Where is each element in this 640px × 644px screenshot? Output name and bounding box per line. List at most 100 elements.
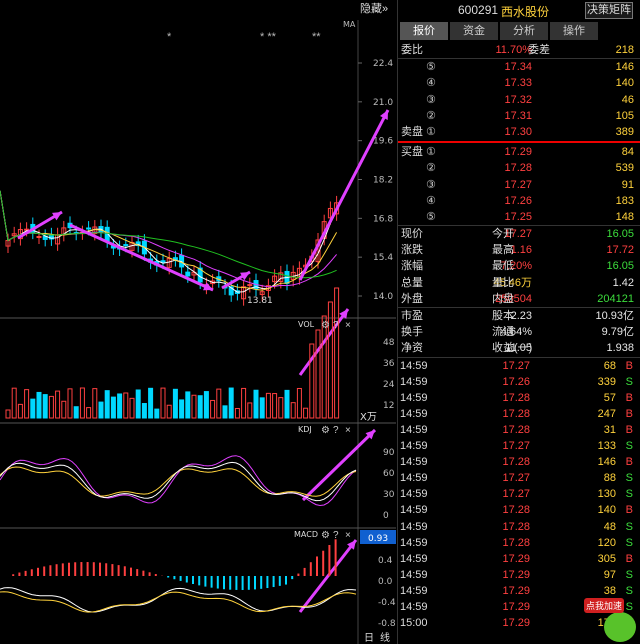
ask-row[interactable]: ⑤ 17.34 146: [398, 59, 640, 75]
ask-level: ③: [426, 93, 436, 106]
gear-icon[interactable]: ⚙: [321, 425, 330, 436]
fundamental-value: 10.93亿: [595, 310, 634, 322]
fundamental-stats: 市盈 2.23 股本 10.93亿 换手 4.64% 流通 9.79亿 净资 1…: [398, 308, 640, 357]
price-tick-label: 15.4: [373, 253, 393, 263]
quote-value: 16.05: [606, 228, 634, 241]
ask-row[interactable]: 卖盘 ① 17.30 389: [398, 124, 640, 140]
tab-quote[interactable]: 报价: [400, 22, 448, 40]
price-tick-label: 19.6: [373, 137, 393, 147]
ask-price: 17.30: [504, 125, 532, 138]
ma-label: MA: [343, 20, 356, 29]
bid-row[interactable]: ② 17.28 539: [398, 160, 640, 176]
tick-volume: 133: [597, 440, 616, 453]
quote-label: 涨跌: [401, 244, 423, 257]
tick-price: 17.27: [502, 472, 530, 485]
period-line-tab[interactable]: 线: [380, 631, 390, 644]
tick-row[interactable]: 14:59 17.26 339 S: [398, 374, 640, 390]
fundamental-label: 市盈: [401, 310, 423, 322]
ask-price: 17.33: [504, 77, 532, 90]
close-icon[interactable]: ×: [345, 320, 351, 331]
stock-name[interactable]: 西水股份: [501, 3, 549, 20]
help-icon[interactable]: ?: [333, 320, 339, 331]
tick-time: 14:59: [400, 600, 428, 613]
bid-row[interactable]: ④ 17.26 183: [398, 193, 640, 209]
quote-value: 1.42: [612, 276, 634, 289]
tick-row[interactable]: 14:59 17.28 140 B: [398, 502, 640, 518]
tick-volume: 339: [597, 375, 616, 388]
bid-row[interactable]: 买盘 ① 17.29 84: [398, 144, 640, 160]
bid-volume: 539: [615, 162, 634, 175]
tick-row[interactable]: 14:59 17.27 68 B: [398, 358, 640, 374]
tick-time: 14:59: [400, 584, 428, 597]
volume-bar: [104, 390, 110, 419]
tick-row[interactable]: 14:59 17.27 88 S: [398, 470, 640, 486]
tick-row[interactable]: 14:59 17.27 133 S: [398, 438, 640, 454]
tick-time: 14:59: [400, 456, 428, 469]
quote-tabs: 报价 资金 分析 操作: [398, 22, 640, 42]
tick-row[interactable]: 14:59 17.28 146 B: [398, 454, 640, 470]
period-day-tab[interactable]: 日: [364, 633, 374, 644]
ask-volume: 389: [615, 125, 634, 138]
vol-unit-label: X万: [360, 412, 377, 423]
buy-label: 买盘: [401, 146, 423, 159]
tick-row[interactable]: 14:59 17.28 48 S: [398, 519, 640, 535]
tab-operation[interactable]: 操作: [550, 22, 598, 40]
volume-bar: [222, 405, 228, 419]
gear-icon[interactable]: ⚙: [321, 320, 330, 331]
tick-row[interactable]: 14:59 17.29 97 S: [398, 567, 640, 583]
tick-volume: 57: [603, 391, 616, 404]
tick-volume: 68: [603, 359, 616, 372]
ask-book: ⑤ 17.34 146 ④ 17.33 140 ③ 17.32 46 ② 17.…: [398, 59, 640, 140]
close-icon[interactable]: ×: [345, 530, 351, 541]
tick-row[interactable]: 14:59 17.28 247 B: [398, 406, 640, 422]
bid-row[interactable]: ③ 17.27 91: [398, 177, 640, 193]
gear-icon[interactable]: ⚙: [321, 530, 330, 541]
star-marker: **: [312, 31, 321, 43]
tick-row[interactable]: 14:59 17.27 130 S: [398, 486, 640, 502]
volume-bar: [284, 389, 290, 419]
quote-label: 最高: [492, 244, 514, 257]
tick-row[interactable]: 14:59 17.28 120 S: [398, 535, 640, 551]
help-icon[interactable]: ?: [333, 425, 339, 436]
tick-volume: 31: [603, 423, 616, 436]
fundamental-label: 换手: [401, 326, 423, 339]
tick-direction: S: [625, 488, 633, 501]
tab-analysis[interactable]: 分析: [500, 22, 548, 40]
volume-bar: [172, 388, 178, 419]
tick-time: 14:59: [400, 359, 428, 372]
volume-bar: [154, 408, 160, 419]
decision-matrix-button[interactable]: 决策矩阵: [585, 2, 633, 19]
tick-row[interactable]: 14:59 17.28 31 B: [398, 422, 640, 438]
double-chevron-icon: »: [382, 3, 389, 15]
tick-price: 17.29: [502, 568, 530, 581]
tick-row[interactable]: 14:59 17.29 305 B: [398, 551, 640, 567]
help-icon[interactable]: ?: [333, 530, 339, 541]
bid-price: 17.26: [504, 194, 532, 207]
tick-direction: S: [625, 375, 633, 388]
tick-row[interactable]: 14:59 17.28 57 B: [398, 390, 640, 406]
ask-row[interactable]: ④ 17.33 140: [398, 75, 640, 91]
committee-diff-label: 委差: [528, 44, 550, 56]
bid-row[interactable]: ⑤ 17.25 148: [398, 209, 640, 225]
tick-time: 14:59: [400, 391, 428, 404]
macd-label: MACD: [294, 530, 318, 539]
speed-up-label: 点我加速: [584, 598, 625, 613]
tick-time: 14:59: [400, 472, 428, 485]
ask-volume: 46: [621, 93, 634, 106]
ask-row[interactable]: ② 17.31 105: [398, 108, 640, 124]
volume-bar: [117, 393, 123, 419]
hide-panel-button[interactable]: 隐藏»: [360, 0, 388, 16]
kline-chart[interactable]: 22.4 21.0 19.6 18.2 16.8 15.4 14.0 MA * * ** ** 13.…: [0, 0, 396, 644]
fundamental-row: 市盈 2.23 股本 10.93亿: [398, 308, 640, 324]
vol-tick-label: 24: [383, 380, 395, 390]
tick-price: 17.28: [502, 423, 530, 436]
ask-row[interactable]: ③ 17.32 46: [398, 92, 640, 108]
fundamental-label: 流通: [492, 326, 514, 339]
kline-chart-area[interactable]: 22.4 21.0 19.6 18.2 16.8 15.4 14.0 MA * * ** ** 13.…: [0, 0, 396, 644]
candle-body: [36, 236, 42, 239]
tick-time: 14:59: [400, 375, 428, 388]
close-icon[interactable]: ×: [345, 425, 351, 436]
tab-funds[interactable]: 资金: [450, 22, 498, 40]
speed-up-widget[interactable]: 点我加速: [582, 596, 640, 644]
tick-list[interactable]: 14:59 17.27 68 B 14:59 17.26 339 S 14:59…: [398, 358, 640, 632]
